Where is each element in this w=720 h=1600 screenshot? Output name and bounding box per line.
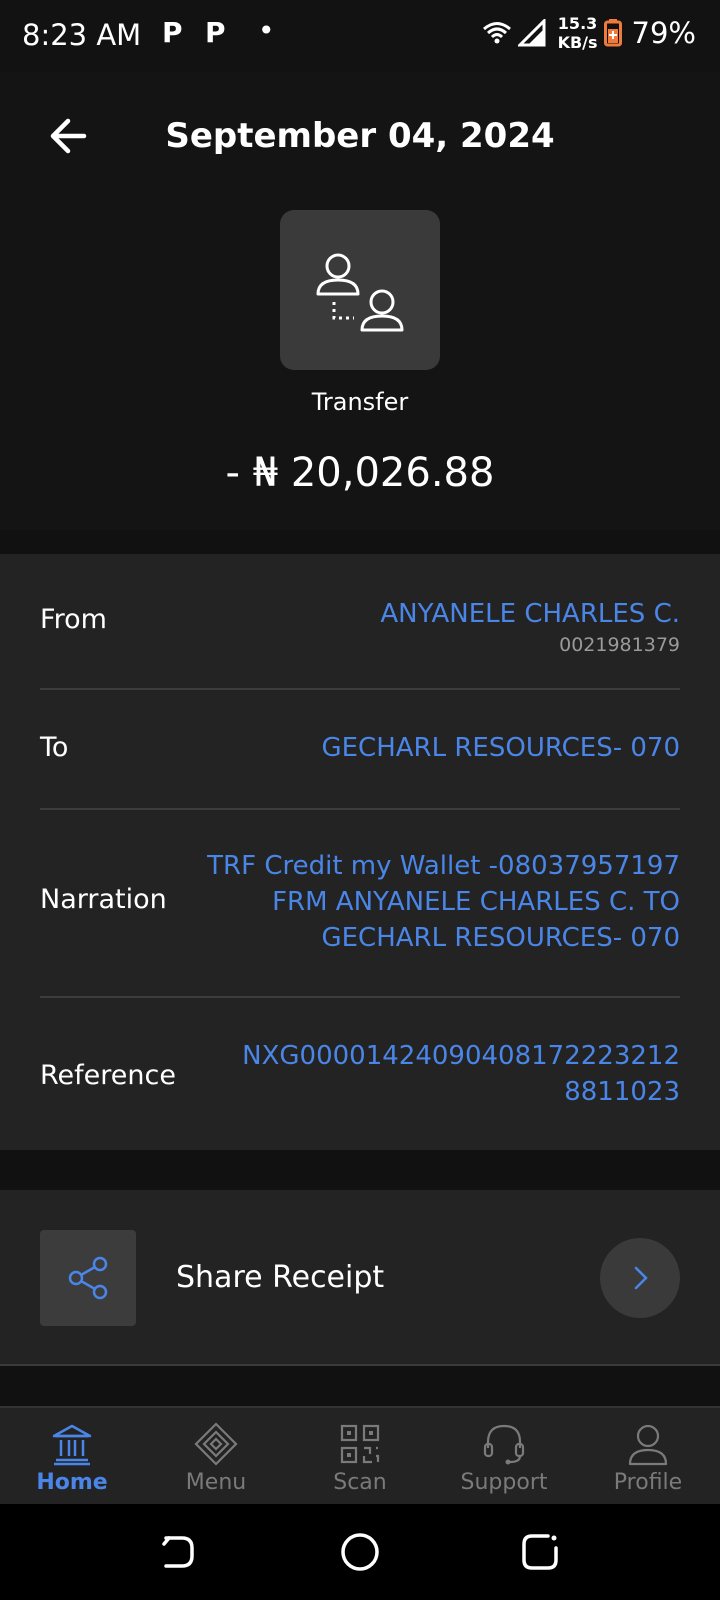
system-recents-icon[interactable] [518,1530,562,1574]
battery-percent: 79% [631,16,696,50]
system-back-icon[interactable] [156,1530,200,1574]
to-label: To [40,732,69,763]
share-receipt-label: Share Receipt [176,1260,385,1295]
nav-menu-label: Menu [185,1470,247,1495]
share-icon [40,1230,136,1326]
nav-support[interactable]: Support [432,1408,576,1506]
cell-signal-icon [517,19,546,47]
wifi-icon [482,22,511,44]
bottom-navigation: Home Menu Scan Support Profile [0,1406,720,1504]
qr-scan-icon [340,1424,380,1464]
parking-notification-icon: P [205,16,226,49]
chevron-right-icon[interactable] [600,1238,680,1318]
detail-row-to: To GECHARL RESOURCES- 070 [40,690,680,810]
battery-saver-icon [603,19,622,47]
system-navigation-bar [0,1504,720,1600]
nav-menu[interactable]: Menu [144,1408,288,1506]
to-value: GECHARL RESOURCES- 070 [321,733,680,763]
page-title: September 04, 2024 [165,116,555,156]
reference-value: NXG00001424090408172223212 8811023 [242,1041,680,1107]
transfer-users-icon [280,210,440,370]
headset-icon [483,1424,525,1465]
system-home-icon[interactable] [338,1530,382,1574]
bank-icon [52,1424,92,1466]
nav-profile[interactable]: Profile [576,1408,720,1506]
from-label: From [40,604,107,635]
notification-dot-icon: • [258,14,275,47]
nav-scan-label: Scan [333,1470,387,1495]
from-name: ANYANELE CHARLES C. [380,599,680,629]
transaction-amount: - ₦ 20,026.88 [225,450,495,496]
transaction-header: September 04, 2024 Transfer - ₦ 20,026.8… [0,72,720,530]
transaction-type: Transfer [311,388,409,416]
nav-support-label: Support [460,1470,548,1495]
from-account: 0021981379 [559,634,680,656]
nav-home-label: Home [36,1470,108,1495]
transaction-details: From ANYANELE CHARLES C. 0021981379 To G… [0,554,720,1150]
share-receipt-row[interactable]: Share Receipt [0,1190,720,1366]
nav-profile-label: Profile [613,1470,683,1495]
narration-label: Narration [40,884,167,915]
from-value: ANYANELE CHARLES C. 0021981379 [380,596,680,658]
network-speed: 15.3 KB/s [557,14,598,52]
nav-scan[interactable]: Scan [288,1408,432,1506]
reference-label: Reference [40,1060,176,1091]
menu-diamond-icon [194,1422,238,1466]
detail-row-from: From ANYANELE CHARLES C. 0021981379 [40,554,680,690]
narration-value: TRF Credit my Wallet -08037957197 FRM AN… [207,851,680,953]
status-time: 8:23 AM [22,18,142,52]
parking-notification-icon: P [162,16,183,49]
nav-home[interactable]: Home [0,1408,144,1506]
user-icon [628,1424,668,1466]
detail-row-reference: Reference NXG00001424090408172223212 881… [40,998,680,1150]
detail-row-narration: Narration TRF Credit my Wallet -08037957… [40,810,680,998]
status-bar: 8:23 AM P P • 15.3 KB/s 79% [0,0,720,72]
